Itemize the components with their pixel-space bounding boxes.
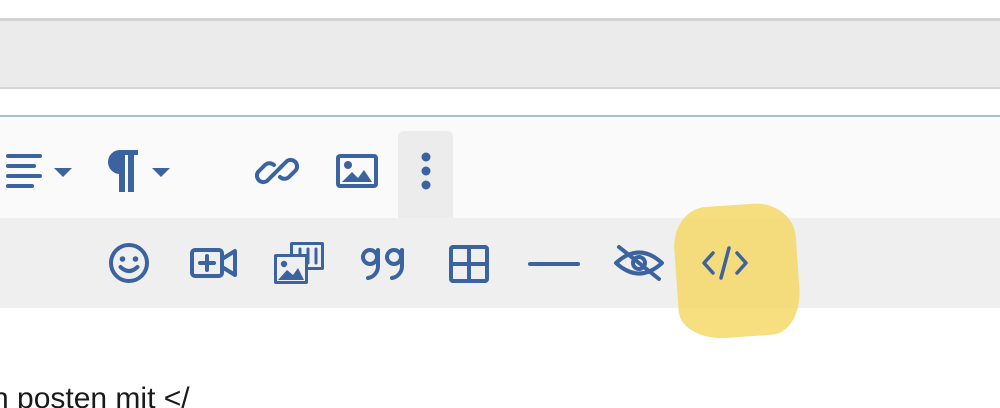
gallery-icon bbox=[274, 242, 324, 284]
link-icon bbox=[254, 157, 300, 185]
editor-screen: n posten mit </ bbox=[0, 0, 1000, 408]
horizontal-rule-icon bbox=[528, 262, 580, 266]
editor-body-text[interactable]: n posten mit </ bbox=[0, 382, 190, 408]
insert-video-button[interactable] bbox=[188, 240, 240, 286]
smiley-icon bbox=[109, 243, 149, 283]
horizontal-line-button[interactable] bbox=[526, 242, 582, 286]
insert-gallery-button[interactable] bbox=[270, 238, 328, 288]
paragraph-icon bbox=[107, 150, 170, 192]
spoiler-hide-icon bbox=[614, 245, 664, 281]
insert-table-button[interactable] bbox=[446, 242, 492, 286]
image-icon bbox=[336, 154, 378, 188]
spoiler-button[interactable] bbox=[610, 240, 668, 286]
code-button[interactable] bbox=[698, 240, 752, 286]
paragraph-button[interactable] bbox=[104, 148, 174, 194]
align-button[interactable] bbox=[2, 148, 76, 194]
title-input-bar[interactable] bbox=[0, 21, 1000, 89]
emoji-button[interactable] bbox=[106, 240, 152, 286]
code-icon bbox=[702, 246, 748, 280]
more-vertical-icon bbox=[421, 152, 431, 190]
link-button[interactable] bbox=[254, 148, 300, 194]
chevron-down-icon bbox=[54, 168, 72, 177]
video-add-icon bbox=[190, 248, 237, 278]
more-options-button[interactable] bbox=[404, 148, 448, 194]
image-button[interactable] bbox=[334, 150, 380, 192]
table-icon bbox=[449, 245, 489, 283]
quote-button[interactable] bbox=[358, 240, 410, 286]
chevron-down-icon bbox=[152, 168, 170, 177]
quote-icon bbox=[361, 248, 405, 280]
align-left-icon bbox=[6, 154, 72, 188]
